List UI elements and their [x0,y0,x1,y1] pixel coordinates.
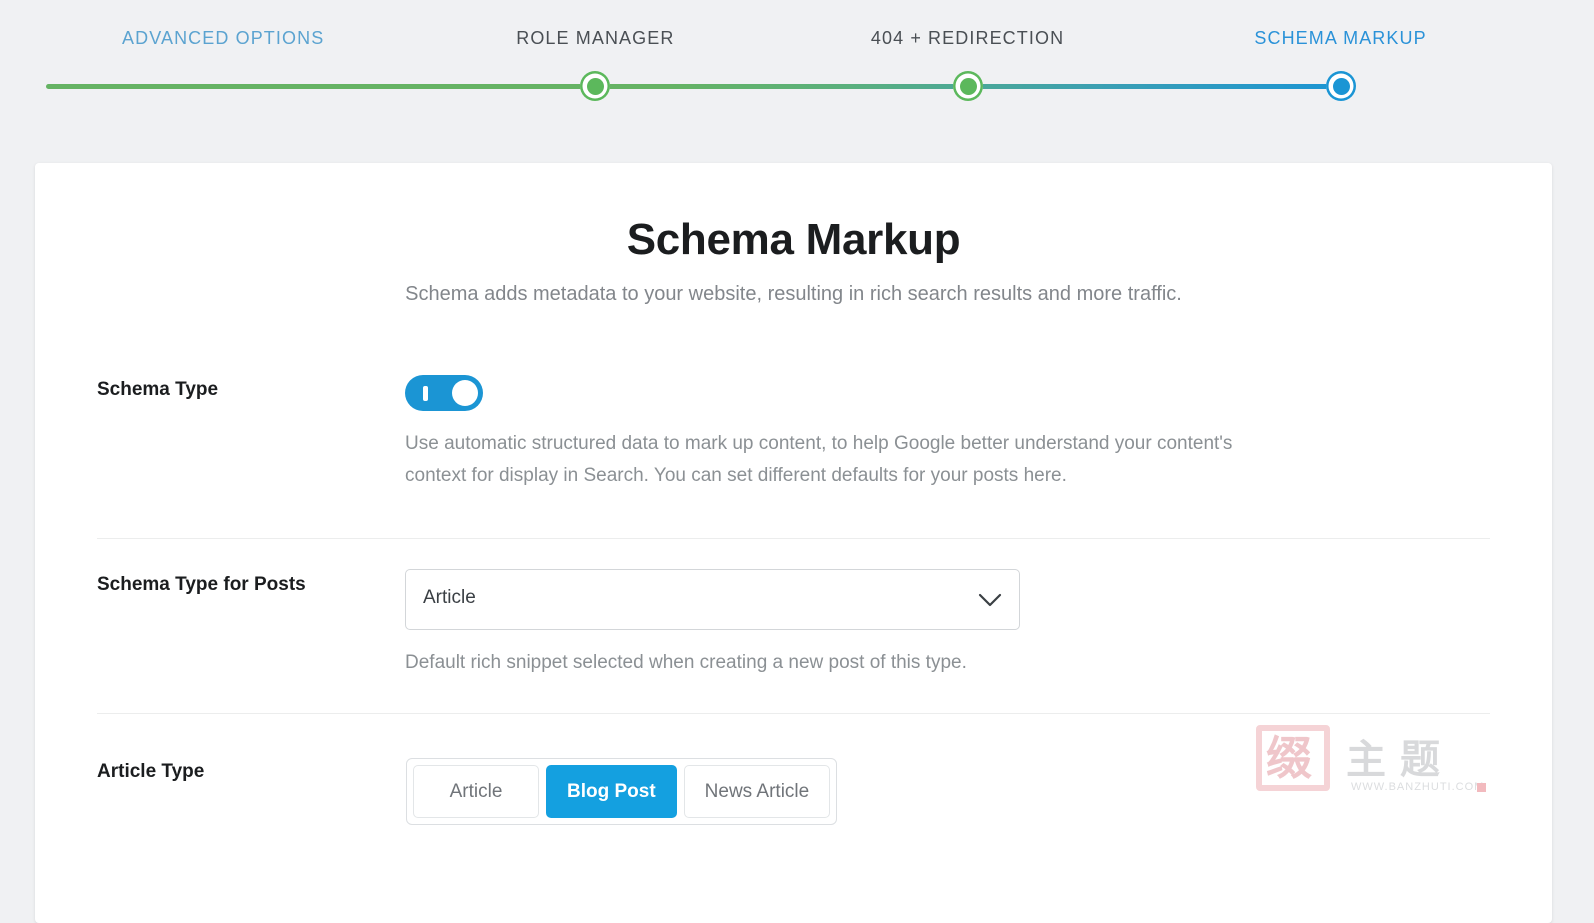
watermark: 缀 主题 WWW.BANZHUTI.COM [1256,723,1506,801]
wizard-node-dot-icon [959,77,977,95]
article-type-button-group: Article Blog Post News Article [406,758,838,825]
wizard-stepper: ADVANCED OPTIONS ROLE MANAGER 404 + REDI… [0,0,1594,163]
schema-type-for-posts-select[interactable]: Article [405,569,1020,630]
toggle-knob [452,380,478,406]
schema-type-for-posts-help: Default rich snippet selected when creat… [405,652,967,673]
schema-type-label: Schema Type [97,379,219,400]
wizard-step-label-404-redirection[interactable]: 404 + REDIRECTION [871,28,1064,49]
schema-type-for-posts-value: Article [423,587,476,608]
wizard-node-404-redirection[interactable] [953,71,983,101]
chevron-down-icon [978,592,1002,613]
page-title: Schema Markup [626,215,961,264]
watermark-brand-text: 主题 [1346,737,1454,783]
wizard-node-dot-icon [586,77,604,95]
wizard-node-schema-markup[interactable] [1326,71,1356,101]
watermark-seal-icon: 缀 [1256,725,1330,791]
divider-1 [97,538,1490,539]
schema-type-for-posts-label: Schema Type for Posts [97,574,306,595]
watermark-seal-glyph: 缀 [1266,731,1312,785]
article-type-option-article[interactable]: Article [413,765,539,818]
settings-card: Schema Markup Schema adds metadata to yo… [35,163,1552,923]
watermark-url-text: WWW.BANZHUTI.COM [1351,781,1485,793]
divider-2 [97,713,1490,714]
article-type-option-blog-post[interactable]: Blog Post [546,765,677,818]
watermark-url-dot-icon [1477,783,1486,792]
schema-type-help-line1: Use automatic structured data to mark up… [405,433,1233,454]
article-type-label: Article Type [97,761,205,782]
wizard-step-label-role-manager[interactable]: ROLE MANAGER [516,28,674,49]
wizard-step-label-schema-markup[interactable]: SCHEMA MARKUP [1254,28,1426,49]
wizard-progress-track [46,84,1341,89]
wizard-step-label-advanced-options[interactable]: ADVANCED OPTIONS [122,28,324,49]
wizard-step-labels: ADVANCED OPTIONS ROLE MANAGER 404 + REDI… [0,28,1594,58]
article-type-option-news-article[interactable]: News Article [683,765,831,818]
schema-type-toggle[interactable] [405,375,483,411]
schema-type-help-line2: context for display in Search. You can s… [405,465,1067,486]
wizard-node-role-manager[interactable] [580,71,610,101]
wizard-node-dot-icon [1332,77,1350,95]
toggle-on-bar-icon [423,386,428,401]
page-subtitle: Schema adds metadata to your website, re… [405,283,1182,305]
